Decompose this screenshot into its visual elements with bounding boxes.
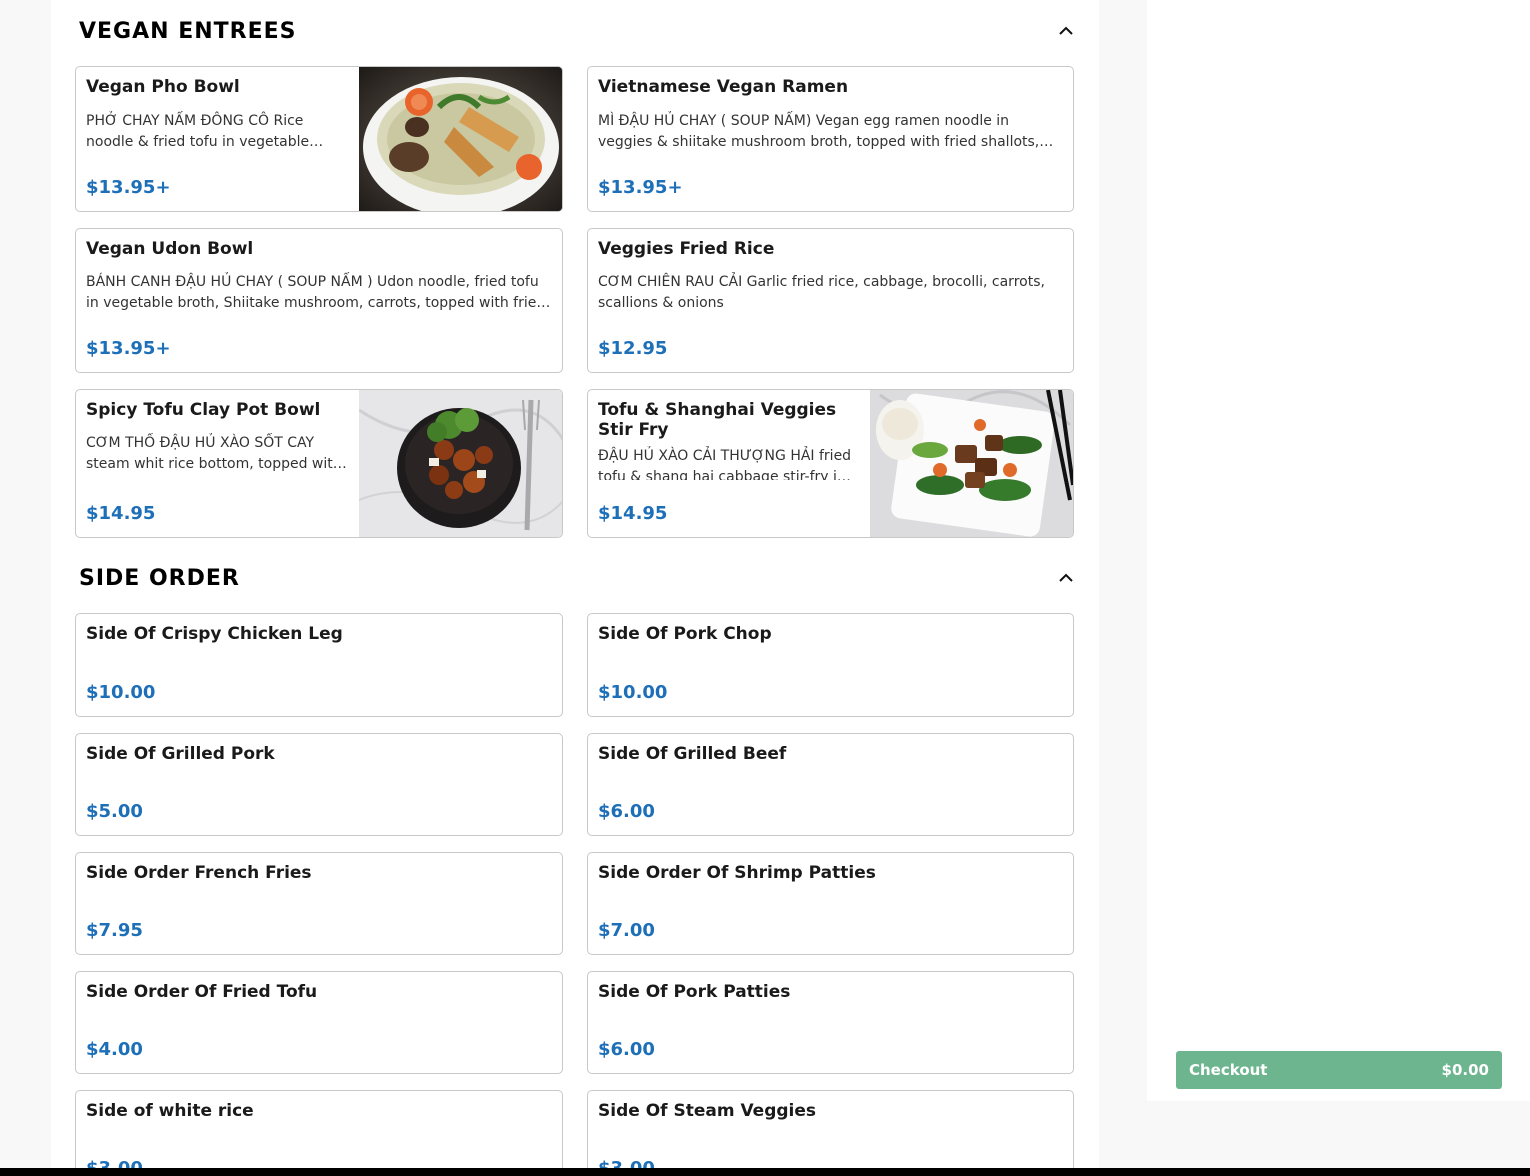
item-name: Side Of Grilled Beef [598,744,787,764]
item-price: $6.00 [598,801,655,822]
chevron-up-icon[interactable] [1057,571,1075,585]
item-price: $13.95+ [598,177,683,198]
checkout-amount: $0.00 [1441,1061,1489,1079]
item-price: $13.95+ [86,338,171,359]
item-name: Vegan Udon Bowl [86,239,254,259]
pho-bowl-image [359,67,562,211]
cart-sidebar: Checkout $0.00 [1147,0,1530,1101]
menu-item-card[interactable]: Side Order French Fries $7.95 [75,852,563,955]
menu-item-card[interactable]: Side Of Pork Chop $10.00 [587,613,1074,717]
item-price: $10.00 [86,682,156,703]
item-description: ĐẬU HỦ XÀO CẢI THƯỢNG HẢI fried tofu & s… [598,448,852,480]
checkout-label: Checkout [1189,1061,1268,1079]
item-name: Side Of Grilled Pork [86,744,275,764]
menu-item-card[interactable]: Vegan Pho Bowl PHỞ CHAY NẤM ĐÔNG CÔ Rice… [75,66,563,212]
item-price: $3.00 [86,1158,143,1168]
item-price: $14.95 [598,503,668,524]
item-name: Side Of Steam Veggies [598,1101,817,1121]
menu-item-card[interactable]: Veggies Fried Rice CƠM CHIÊN RAU CẢI Gar… [587,228,1074,373]
item-name: Side of white rice [86,1101,254,1121]
item-name: Tofu & Shanghai Veggies Stir Fry [598,400,837,440]
item-price: $13.95+ [86,177,171,198]
item-name: Side Of Crispy Chicken Leg [86,624,343,644]
item-price: $3.00 [598,1158,655,1168]
item-price: $6.00 [598,1039,655,1060]
menu-panel: VEGAN ENTREES Vegan Pho Bowl PHỞ CHAY NẤ… [51,0,1099,1168]
clay-pot-image [359,390,562,537]
stir-fry-image [870,390,1073,537]
menu-item-card[interactable]: Tofu & Shanghai Veggies Stir Fry ĐẬU HỦ … [587,389,1074,538]
item-name: Side Order Of Fried Tofu [86,982,318,1002]
section-title: VEGAN ENTREES [79,19,297,44]
menu-item-card[interactable]: Side Of Crispy Chicken Leg $10.00 [75,613,563,717]
item-price: $14.95 [86,503,156,524]
menu-item-card[interactable]: Side Order Of Fried Tofu $4.00 [75,971,563,1074]
item-price: $5.00 [86,801,143,822]
bottom-bar [0,1168,1530,1176]
section-header-side-order[interactable]: SIDE ORDER [79,559,1075,599]
item-description: CƠM THỐ ĐẬU HỦ XÀO SỐT CAY steam whit ri… [86,435,342,472]
menu-item-card[interactable]: Vegan Udon Bowl BÁNH CANH ĐẬU HỦ CHAY ( … [75,228,563,373]
section-header-vegan-entrees[interactable]: VEGAN ENTREES [79,12,1075,52]
item-name: Side Order Of Shrimp Patties [598,863,876,883]
item-name: Vegan Pho Bowl [86,77,240,97]
item-name: Veggies Fried Rice [598,239,775,259]
item-description: MÌ ĐẬU HỦ CHAY ( SOUP NẤM) Vegan egg ram… [598,113,1040,150]
item-price: $7.95 [86,920,143,941]
menu-item-card[interactable]: Side of white rice $3.00 [75,1090,563,1168]
menu-item-card[interactable]: Side Order Of Shrimp Patties $7.00 [587,852,1074,955]
menu-item-card[interactable]: Side Of Grilled Beef $6.00 [587,733,1074,836]
item-name: Side Of Pork Chop [598,624,772,644]
menu-item-card[interactable]: Side Of Pork Patties $6.00 [587,971,1074,1074]
item-description: BÁNH CANH ĐẬU HỦ CHAY ( SOUP NẤM ) Udon … [86,274,546,311]
item-description: PHỞ CHAY NẤM ĐÔNG CÔ Rice noodle & fried… [86,113,310,150]
item-price: $10.00 [598,682,668,703]
section-title: SIDE ORDER [79,566,240,591]
item-description: CƠM CHIÊN RAU CẢI Garlic fried rice, cab… [598,274,1045,311]
item-name: Side Order French Fries [86,863,312,883]
item-name: Vietnamese Vegan Ramen [598,77,849,97]
item-name: Side Of Pork Patties [598,982,791,1002]
item-price: $4.00 [86,1039,143,1060]
checkout-button[interactable]: Checkout $0.00 [1176,1051,1502,1089]
item-price: $7.00 [598,920,655,941]
item-price: $12.95 [598,338,668,359]
chevron-up-icon[interactable] [1057,24,1075,38]
menu-item-card[interactable]: Vietnamese Vegan Ramen MÌ ĐẬU HỦ CHAY ( … [587,66,1074,212]
menu-item-card[interactable]: Side Of Grilled Pork $5.00 [75,733,563,836]
item-name: Spicy Tofu Clay Pot Bowl [86,400,321,420]
menu-item-card[interactable]: Spicy Tofu Clay Pot Bowl CƠM THỐ ĐẬU HỦ … [75,389,563,538]
menu-item-card[interactable]: Side Of Steam Veggies $3.00 [587,1090,1074,1168]
